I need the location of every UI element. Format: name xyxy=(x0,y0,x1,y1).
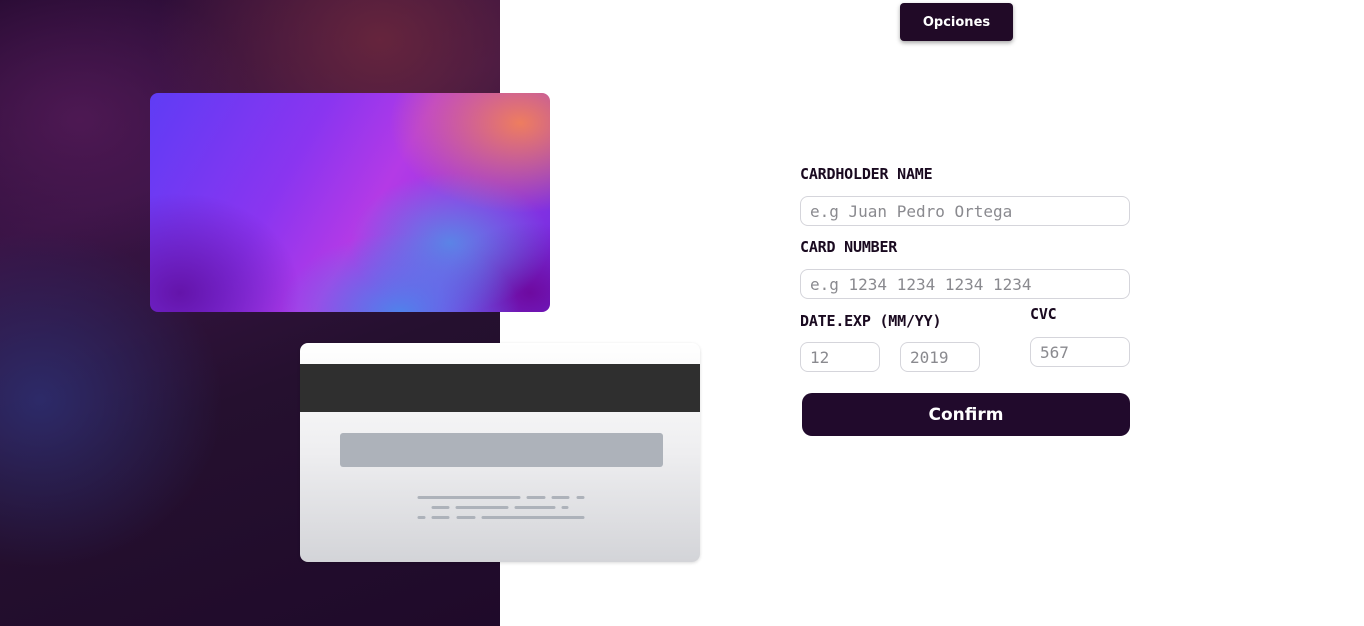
cardholder-name-label: CARDHOLDER NAME xyxy=(800,165,933,183)
payment-form: CARDHOLDER NAME CARD NUMBER DATE.EXP (MM… xyxy=(800,0,1140,626)
expiry-year-input[interactable] xyxy=(900,342,980,372)
card-back xyxy=(300,343,700,562)
cvc-label: CVC xyxy=(1030,305,1057,323)
card-front xyxy=(150,93,550,312)
cardholder-name-input[interactable] xyxy=(800,196,1130,226)
confirm-button[interactable]: Confirm xyxy=(802,393,1130,436)
cvc-input[interactable] xyxy=(1030,337,1130,367)
expiry-date-label: DATE.EXP (MM/YY) xyxy=(800,312,942,330)
fine-print-lines xyxy=(417,496,585,519)
card-number-input[interactable] xyxy=(800,269,1130,299)
card-number-label: CARD NUMBER xyxy=(800,238,898,256)
expiry-month-input[interactable] xyxy=(800,342,880,372)
